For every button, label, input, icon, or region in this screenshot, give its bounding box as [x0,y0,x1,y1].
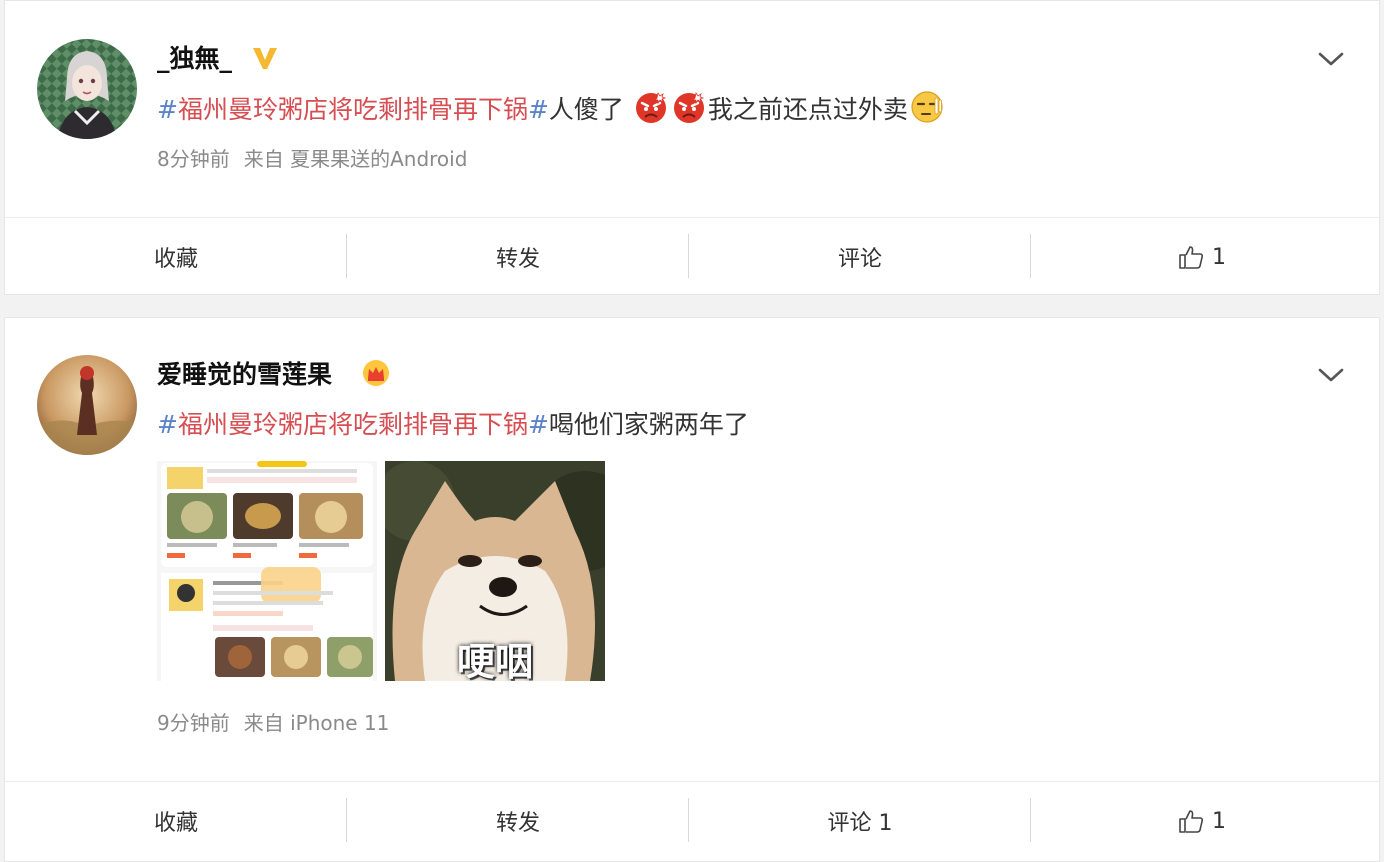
post-meta: 8分钟前 来自 夏果果送的Android [157,146,467,172]
post-body: 我之前还点过外卖 [707,95,908,124]
shiba-meme-image[interactable]: 哽咽 [385,461,605,681]
repost-label: 转发 [495,811,540,836]
favorite-label: 收藏 [153,247,198,272]
topic-hash[interactable]: # [528,95,549,124]
repost-button[interactable]: 转发 [347,218,689,296]
smirk-face-icon [911,91,943,123]
like-button[interactable]: 1 [1031,782,1373,860]
thumbs-up-icon [1179,246,1204,269]
topic-hash[interactable]: # [157,410,178,439]
post-time[interactable]: 8分钟前 [157,147,230,171]
post-card: _独無_ #福州曼玲粥店将吃剩排骨再下锅#人傻了 我之前还点过外卖 8分钟前 来… [4,0,1380,295]
favorite-button[interactable]: 收藏 [5,218,347,296]
post-text: #福州曼玲粥店将吃剩排骨再下锅#人傻了 我之前还点过外卖 [157,90,946,128]
repost-label: 转发 [495,247,540,272]
avatar[interactable] [37,355,137,455]
like-button[interactable]: 1 [1031,218,1373,296]
comment-button[interactable]: 评论 1 [689,782,1031,860]
favorite-label: 收藏 [153,811,198,836]
post-body: 喝他们家粥两年了 [548,410,749,439]
comment-button[interactable]: 评论 [689,218,1031,296]
like-count: 1 [1212,244,1226,270]
post-text: #福州曼玲粥店将吃剩排骨再下锅#喝他们家粥两年了 [157,407,749,443]
avatar[interactable] [37,39,137,139]
post-body: 人傻了 [548,95,624,124]
chevron-down-icon[interactable] [1317,365,1345,385]
verified-v-icon [251,45,279,75]
repost-button[interactable]: 转发 [347,782,689,860]
topic-hash[interactable]: # [157,95,178,124]
topic-link[interactable]: 福州曼玲粥店将吃剩排骨再下锅 [178,95,528,124]
comment-label: 评论 [837,247,882,272]
angry-face-icon [635,91,667,123]
meme-caption: 哽咽 [456,640,533,681]
post-time[interactable]: 9分钟前 [157,711,230,735]
favorite-button[interactable]: 收藏 [5,782,347,860]
thumbs-up-icon [1179,810,1204,833]
chevron-down-icon[interactable] [1317,49,1345,69]
username[interactable]: _独無_ [157,43,232,75]
post-source: 来自 夏果果送的Android [243,147,468,171]
post-meta: 9分钟前 来自 iPhone 11 [157,710,389,736]
action-bar: 收藏 转发 评论 1 [5,217,1379,296]
comment-label: 评论 1 [827,811,893,836]
post-card: 爱睡觉的雪莲果 #福州曼玲粥店将吃剩排骨再下锅#喝他们家粥两年了 哽咽 9分钟前… [4,317,1380,862]
topic-hash[interactable]: # [528,410,549,439]
action-bar: 收藏 转发 评论 1 1 [5,781,1379,860]
post-source: 来自 iPhone 11 [243,711,390,735]
menu-screenshot-image[interactable] [157,461,377,681]
like-count: 1 [1212,808,1226,834]
topic-link[interactable]: 福州曼玲粥店将吃剩排骨再下锅 [178,410,528,439]
username[interactable]: 爱睡觉的雪莲果 [157,359,332,391]
crown-icon [361,358,391,392]
angry-face-icon [673,91,705,123]
